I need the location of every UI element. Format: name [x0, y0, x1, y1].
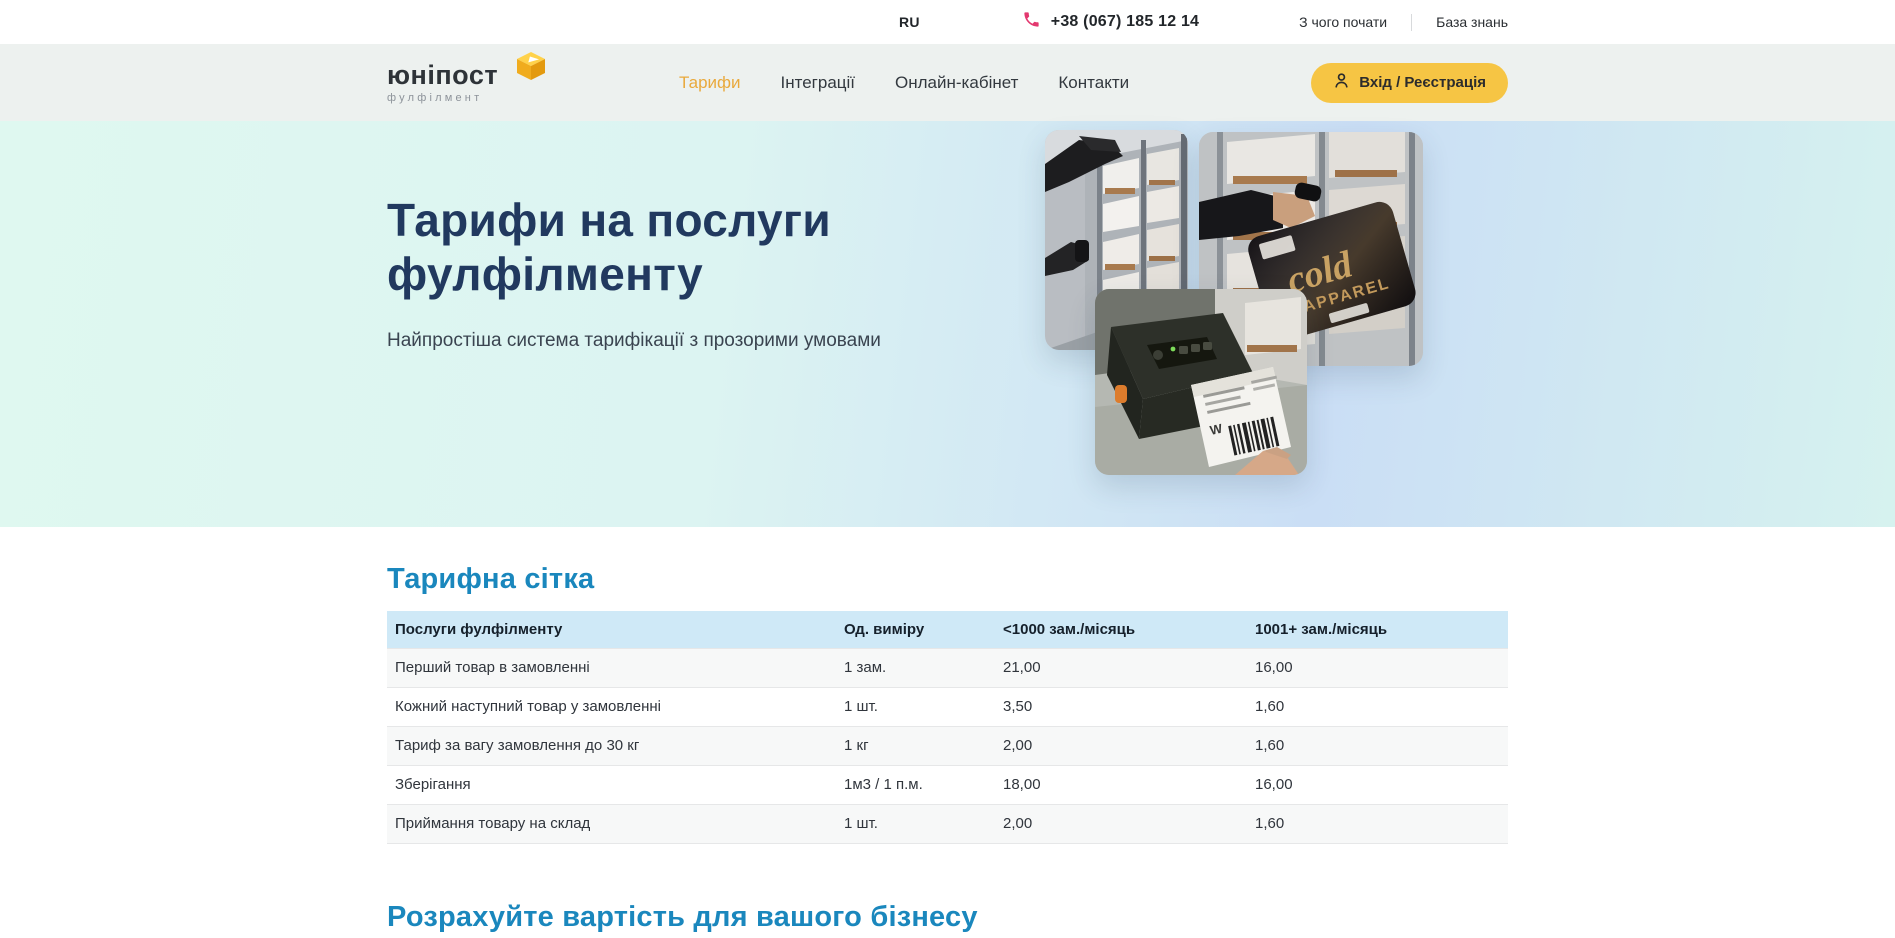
- main-nav: Тарифи Інтеграції Онлайн-кабінет Контакт…: [679, 73, 1129, 93]
- cell-price-low: 2,00: [1003, 726, 1255, 765]
- cell-service: Перший товар в замовленні: [387, 648, 844, 687]
- cell-service: Зберігання: [387, 765, 844, 804]
- cube-logo-icon: [517, 52, 545, 85]
- topbar-divider: [1411, 14, 1412, 31]
- topbar-link-knowledge-base[interactable]: База знань: [1436, 14, 1508, 30]
- login-button-label: Вхід / Реєстрація: [1359, 74, 1486, 91]
- phone-number[interactable]: +38 (067) 185 12 14: [1051, 13, 1199, 31]
- pricing-section: Тарифна сітка Послуги фулфілменту Од. ви…: [0, 527, 1895, 934]
- column-header-unit: Од. виміру: [844, 611, 1003, 648]
- column-header-under-1000: <1000 зам./місяць: [1003, 611, 1255, 648]
- cell-price-low: 21,00: [1003, 648, 1255, 687]
- page-title: Тарифи на послуги фулфілменту: [387, 193, 887, 302]
- table-row: Кожний наступний товар у замовленні 1 шт…: [387, 687, 1508, 726]
- label-printer-photo: W: [1095, 289, 1307, 475]
- logo-tagline: фулфілмент: [387, 92, 529, 104]
- topbar-link-get-started[interactable]: З чого почати: [1299, 14, 1387, 30]
- user-icon: [1333, 72, 1350, 93]
- cell-unit: 1 кг: [844, 726, 1003, 765]
- hero-section: Тарифи на послуги фулфілменту Найпростіш…: [0, 121, 1895, 527]
- column-header-over-1001: 1001+ зам./місяць: [1255, 611, 1508, 648]
- table-header-row: Послуги фулфілменту Од. виміру <1000 зам…: [387, 611, 1508, 648]
- nav-item-online-cabinet[interactable]: Онлайн-кабінет: [895, 73, 1018, 93]
- cell-unit: 1 шт.: [844, 804, 1003, 843]
- cell-service: Кожний наступний товар у замовленні: [387, 687, 844, 726]
- main-header: юніпост фулфілмент Тарифи Інтеграції Онл…: [0, 44, 1895, 121]
- cell-price-high: 1,60: [1255, 804, 1508, 843]
- tariff-table: Послуги фулфілменту Од. виміру <1000 зам…: [387, 611, 1508, 844]
- table-row: Приймання товару на склад 1 шт. 2,00 1,6…: [387, 804, 1508, 843]
- cell-unit: 1м3 / 1 п.м.: [844, 765, 1003, 804]
- table-row: Перший товар в замовленні 1 зам. 21,00 1…: [387, 648, 1508, 687]
- cell-unit: 1 шт.: [844, 687, 1003, 726]
- cell-unit: 1 зам.: [844, 648, 1003, 687]
- logo[interactable]: юніпост фулфілмент: [387, 62, 529, 104]
- cell-price-low: 18,00: [1003, 765, 1255, 804]
- cell-price-low: 3,50: [1003, 687, 1255, 726]
- cell-price-high: 1,60: [1255, 726, 1508, 765]
- nav-item-contacts[interactable]: Контакти: [1058, 73, 1129, 93]
- cell-price-high: 1,60: [1255, 687, 1508, 726]
- topbar: RU +38 (067) 185 12 14 З чого почати Баз…: [0, 0, 1895, 44]
- cell-service: Тариф за вагу замовлення до 30 кг: [387, 726, 844, 765]
- cell-service: Приймання товару на склад: [387, 804, 844, 843]
- nav-item-integrations[interactable]: Інтеграції: [781, 73, 856, 93]
- cell-price-high: 16,00: [1255, 648, 1508, 687]
- calculator-heading: Розрахуйте вартість для вашого бізнесу: [387, 901, 1508, 934]
- login-register-button[interactable]: Вхід / Реєстрація: [1311, 63, 1508, 103]
- page-subtitle: Найпростіша система тарифікації з прозор…: [387, 330, 887, 352]
- nav-item-tariffs[interactable]: Тарифи: [679, 73, 741, 93]
- table-row: Зберігання 1м3 / 1 п.м. 18,00 16,00: [387, 765, 1508, 804]
- logo-wordmark: юніпост: [387, 62, 529, 89]
- table-row: Тариф за вагу замовлення до 30 кг 1 кг 2…: [387, 726, 1508, 765]
- column-header-service: Послуги фулфілменту: [387, 611, 844, 648]
- language-switcher[interactable]: RU: [899, 14, 920, 30]
- cell-price-high: 16,00: [1255, 765, 1508, 804]
- phone-icon: [1022, 10, 1041, 34]
- pricing-heading: Тарифна сітка: [387, 527, 1508, 596]
- phone-block[interactable]: +38 (067) 185 12 14: [1022, 10, 1199, 34]
- cell-price-low: 2,00: [1003, 804, 1255, 843]
